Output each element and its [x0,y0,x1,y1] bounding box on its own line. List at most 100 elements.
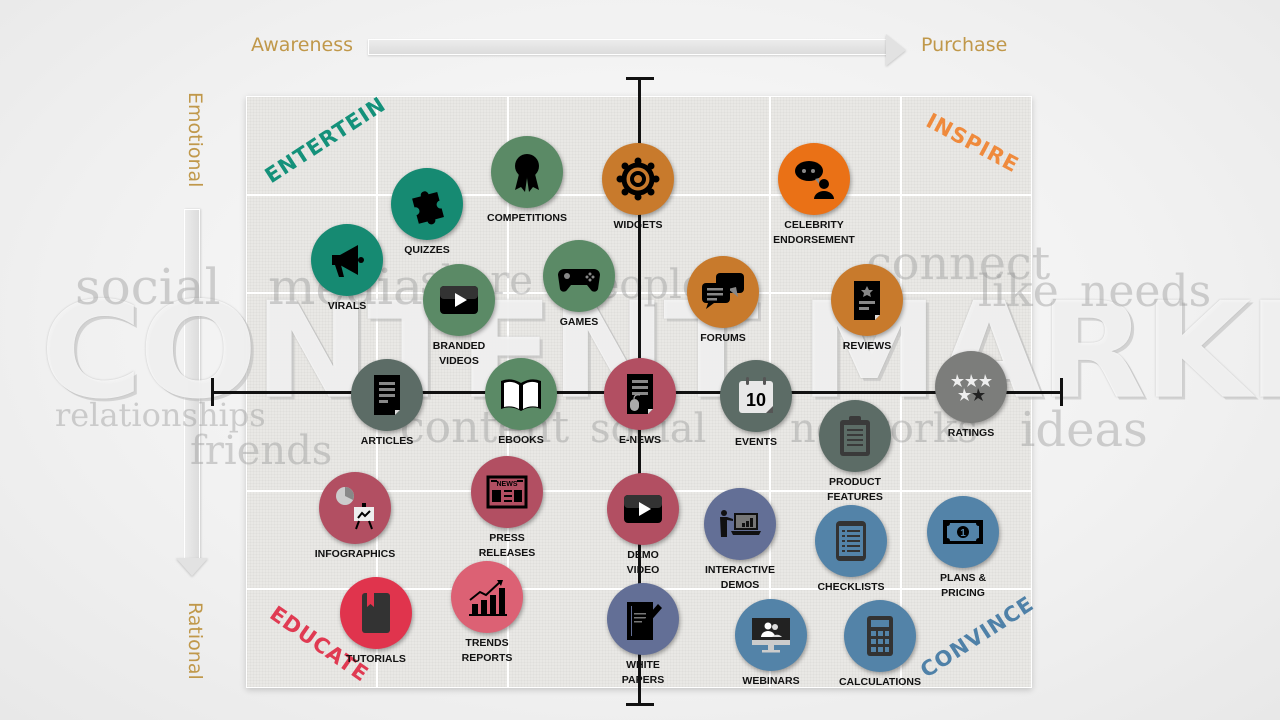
banknote-icon: 1 [943,520,983,544]
content-type-celebrity: CELEBRITY ENDORSEMENT [744,143,884,248]
purchase-label: Purchase [921,34,1008,56]
svg-text:NEWS: NEWS [497,481,518,488]
product-features-badge [819,400,891,472]
review-doc-icon [854,281,880,320]
content-type-widgets: WIDGETS [568,143,708,233]
label-line: ENDORSEMENT [773,234,855,246]
events-badge: 10 [720,360,792,432]
plans-pricing-label: PLANS & PRICING [893,571,1033,601]
clipboard-icon [840,416,870,456]
press-releases-badge: NEWS [471,456,543,528]
paper-pen-icon [627,602,662,640]
monitor-people-icon [752,618,790,653]
label-line: REPORTS [461,652,513,664]
label-line: PRICING [941,587,985,599]
arrow-head-down-icon [176,558,208,576]
celebrity-label: CELEBRITY ENDORSEMENT [744,218,884,248]
infographics-badge [319,472,391,544]
speech-person-icon [795,161,834,199]
video-play-icon [624,495,662,523]
forums-label: FORUMS [653,331,793,346]
label-line: FORUMS [700,332,746,344]
label-line: INFOGRAPHICS [314,548,396,560]
newspaper-icon: NEWS [486,475,528,509]
calendar-day: 10 [746,390,766,410]
gamepad-icon [558,269,600,292]
content-type-forums: FORUMS [653,256,793,346]
puzzle-icon [412,191,444,225]
tutorials-badge [340,577,412,649]
plans-pricing-badge: 1 [927,496,999,568]
articles-label: ARTICLES [317,434,457,449]
games-label: GAMES [509,315,649,330]
axis-cap [626,77,654,80]
pie-easel-icon [336,487,374,530]
content-type-infographics: INFOGRAPHICS [285,472,425,562]
bookmark-book-icon [362,593,390,633]
axis-cap [1060,378,1063,406]
label-line: WHITE [626,659,660,671]
growth-chart-icon [469,580,507,616]
watermark-word: needs [1080,266,1212,317]
label-line: PAPERS [621,674,665,686]
content-type-calculations: CALCULATIONS [810,600,950,690]
interactive-demos-badge [704,488,776,560]
trends-reports-label: TRENDS REPORTS [417,636,557,666]
label-line: CALCULATIONS [838,676,922,688]
trends-reports-badge [451,561,523,633]
content-type-white-papers: WHITE PAPERS [573,583,713,688]
awareness-label: Awareness [251,34,354,56]
content-type-plans-pricing: 1 PLANS & PRICING [893,496,1033,601]
content-type-articles: ARTICLES [317,359,457,449]
arrow-head-right-icon [886,34,906,66]
award-ribbon-icon [515,154,539,192]
watermark-word: social [75,258,221,316]
demo-video-badge [607,473,679,545]
content-type-reviews: REVIEWS [797,264,937,354]
widgets-badge [602,143,674,215]
quizzes-label: QUIZZES [357,243,497,258]
calendar-icon: 10 [739,377,773,413]
label-line: ARTICLES [360,435,414,447]
chat-bubbles-icon [702,273,744,309]
forums-badge [687,256,759,328]
content-type-games: GAMES [509,240,649,330]
checklist-tablet-icon [836,521,866,561]
svg-text:1: 1 [960,528,966,539]
label-line: PLANS & [939,572,987,584]
celebrity-badge [778,143,850,215]
articles-badge [351,359,423,431]
gear-icon [616,157,660,201]
newsletter-mouse-icon [627,374,653,414]
label-line: TRENDS [465,637,509,649]
content-type-branded-videos: BRANDED VIDEOS [389,264,529,369]
reviews-badge [831,264,903,336]
ebooks-badge [485,358,557,430]
presenter-laptop-icon [720,510,761,537]
white-papers-badge [607,583,679,655]
axis-cap [211,378,214,406]
label-line: PRESS [489,532,525,544]
calculator-icon [867,616,893,656]
calculations-badge [844,600,916,672]
label-line: WIDGETS [613,219,663,231]
widgets-label: WIDGETS [568,218,708,233]
label-line: CELEBRITY [784,219,844,231]
calculations-label: CALCULATIONS [810,675,950,690]
competitions-badge [491,136,563,208]
press-releases-label: PRESS RELEASES [437,531,577,561]
ratings-badge [935,351,1007,423]
quizzes-badge [391,168,463,240]
rational-label: Rational [184,602,206,680]
label-line: GAMES [559,316,599,328]
e-news-badge [604,358,676,430]
content-type-trends-reports: TRENDS REPORTS [417,561,557,666]
content-type-press-releases: NEWS PRESS RELEASES [437,456,577,561]
watermark-word: friends [190,428,333,474]
watermark-word: like [978,266,1059,317]
open-book-icon [501,379,541,411]
label-line: QUIZZES [404,244,450,256]
webinars-badge [735,599,807,671]
checklists-badge [815,505,887,577]
document-icon [374,375,400,415]
